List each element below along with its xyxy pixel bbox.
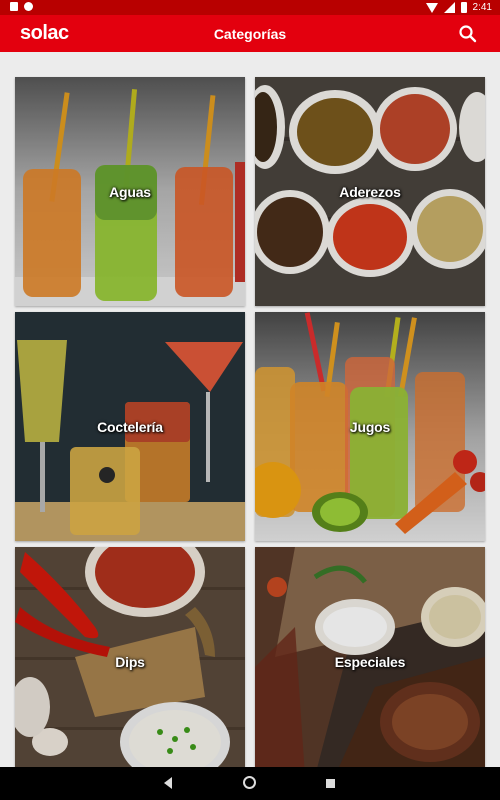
category-tile-especiales[interactable]: Especiales [255, 547, 485, 776]
back-icon[interactable] [164, 777, 172, 789]
category-label: Jugos [349, 418, 391, 435]
search-icon [459, 25, 477, 43]
signal-icon [443, 2, 455, 13]
wifi-icon [425, 2, 438, 13]
status-time: 2:41 [472, 2, 492, 13]
category-label: Aderezos [339, 183, 401, 200]
category-label: Aguas [109, 183, 151, 200]
category-tile-aderezos[interactable]: Aderezos [255, 77, 485, 306]
system-nav-bar [0, 767, 500, 800]
category-tile-jugos[interactable]: Jugos [255, 312, 485, 541]
search-button[interactable] [458, 24, 478, 44]
sync-icon [24, 2, 33, 11]
page-title: Categorías [213, 26, 287, 42]
battery-icon [460, 2, 467, 13]
recents-icon[interactable] [326, 779, 335, 788]
category-tile-aguas[interactable]: Aguas [15, 77, 245, 306]
home-icon[interactable] [243, 776, 256, 789]
notification-icons [10, 2, 33, 11]
system-icons: 2:41 [425, 1, 492, 14]
category-label: Coctelería [97, 418, 163, 435]
category-tile-dips[interactable]: Dips [15, 547, 245, 776]
category-label: Dips [115, 653, 145, 670]
notification-icon [10, 2, 18, 11]
app-bar: solac Categorías [0, 15, 500, 52]
category-tile-cocteleria[interactable]: Coctelería [15, 312, 245, 541]
category-label: Especiales [334, 653, 406, 670]
status-bar: 2:41 [0, 0, 500, 15]
